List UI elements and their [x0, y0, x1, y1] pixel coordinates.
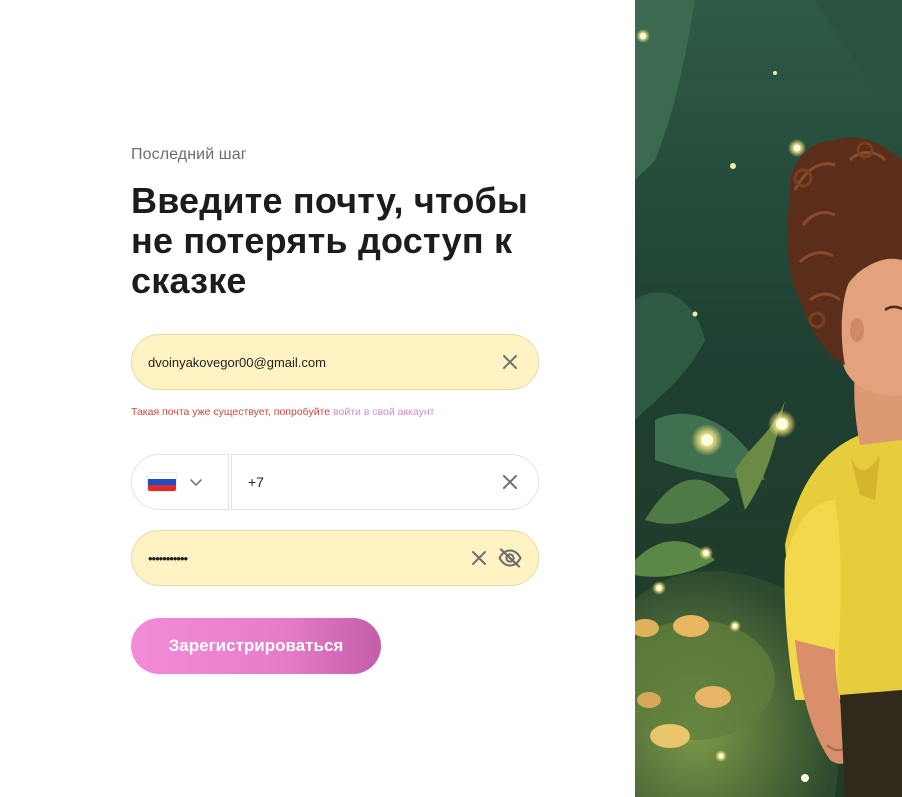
clear-phone-button[interactable]	[496, 468, 524, 496]
clear-email-button[interactable]	[496, 348, 524, 376]
toggle-password-visibility-button[interactable]	[496, 544, 524, 572]
fairy-tale-illustration	[635, 0, 902, 797]
russia-flag-icon	[148, 473, 176, 491]
password-field	[131, 530, 539, 586]
register-button[interactable]: Зарегистрироваться	[131, 618, 381, 674]
country-code-select[interactable]	[131, 454, 229, 510]
phone-field	[231, 454, 539, 510]
registration-form: Последний шаг Введите почту, чтобы не по…	[131, 0, 551, 797]
phone-input[interactable]	[232, 454, 496, 510]
page-title: Введите почту, чтобы не потерять доступ …	[131, 180, 528, 301]
clear-password-button[interactable]	[465, 544, 493, 572]
close-icon	[503, 355, 517, 369]
close-icon	[472, 551, 486, 565]
password-input[interactable]	[132, 531, 465, 585]
eye-off-icon	[498, 548, 522, 568]
chevron-down-icon	[188, 474, 204, 490]
step-label: Последний шаг	[131, 146, 247, 163]
email-field	[131, 334, 539, 390]
email-input[interactable]	[132, 335, 496, 389]
close-icon	[503, 475, 517, 489]
email-error-message: Такая почта уже существует, попробуйте в…	[131, 406, 434, 418]
registration-page: Последний шаг Введите почту, чтобы не по…	[0, 0, 902, 797]
login-link[interactable]: войти в свой аккаунт	[333, 406, 434, 418]
error-text: Такая почта уже существует, попробуйте	[131, 406, 334, 418]
